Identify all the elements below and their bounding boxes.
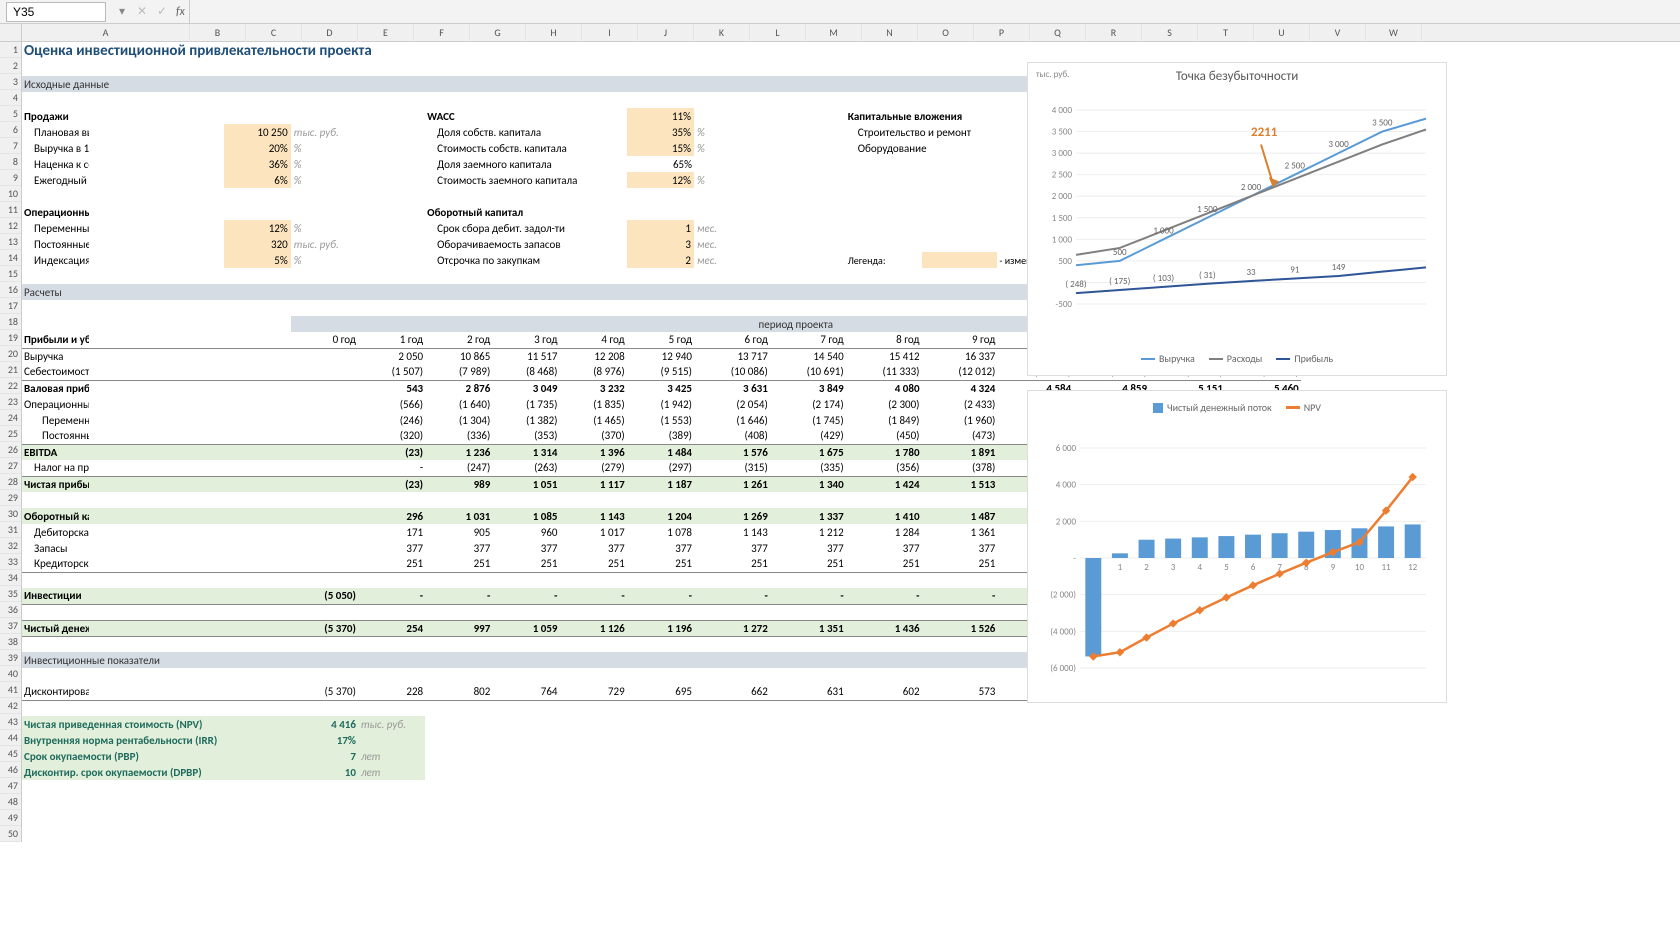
svg-text:( 103): ( 103) — [1153, 273, 1174, 284]
svg-text:2: 2 — [1144, 562, 1149, 573]
svg-text:( 175): ( 175) — [1109, 276, 1130, 287]
svg-text:3 500: 3 500 — [1372, 118, 1393, 129]
svg-text:(6 000): (6 000) — [1050, 663, 1076, 674]
svg-text:3: 3 — [1171, 562, 1176, 573]
formula-input[interactable] — [189, 0, 1680, 23]
svg-text:1 000: 1 000 — [1052, 234, 1073, 245]
spreadsheet-grid[interactable]: Оценка инвестиционной привлекательности … — [22, 42, 1680, 945]
svg-text:2 000: 2 000 — [1056, 516, 1077, 527]
svg-text:1 000: 1 000 — [1153, 225, 1174, 236]
svg-text:4: 4 — [1197, 562, 1202, 573]
svg-text:2 000: 2 000 — [1052, 191, 1073, 202]
svg-text:6: 6 — [1251, 562, 1256, 573]
fx-label[interactable]: fx — [172, 5, 189, 19]
cancel-icon[interactable]: ✕ — [132, 4, 152, 19]
row-headers[interactable]: 1234567891011121314151617181920212223242… — [0, 42, 22, 842]
name-box[interactable] — [6, 2, 106, 22]
svg-text:2 500: 2 500 — [1052, 170, 1073, 181]
svg-text:12: 12 — [1408, 562, 1418, 573]
svg-text:1 500: 1 500 — [1197, 204, 1218, 215]
svg-text:-500: -500 — [1056, 299, 1073, 310]
svg-text:3 000: 3 000 — [1052, 148, 1073, 159]
svg-text:10: 10 — [1355, 562, 1365, 573]
svg-text:1 500: 1 500 — [1052, 213, 1073, 224]
column-headers[interactable]: ABCDEFGHIJKLMNOPQRSTUVW — [22, 24, 1680, 42]
breakeven-chart: тыс. руб.Точка безубыточности-5005001 00… — [1027, 62, 1447, 376]
svg-text:11: 11 — [1382, 562, 1392, 573]
svg-text:5: 5 — [1224, 562, 1229, 573]
svg-text:6 000: 6 000 — [1056, 443, 1077, 454]
svg-text:4 000: 4 000 — [1052, 105, 1073, 116]
svg-text:2 500: 2 500 — [1285, 161, 1306, 172]
confirm-icon[interactable]: ✓ — [152, 4, 172, 19]
svg-text:2211: 2211 — [1251, 125, 1278, 140]
svg-text:-: - — [1073, 553, 1076, 564]
svg-text:149: 149 — [1332, 262, 1346, 273]
svg-text:( 31): ( 31) — [1199, 270, 1216, 281]
svg-text:9: 9 — [1331, 562, 1336, 573]
svg-text:(2 000): (2 000) — [1050, 590, 1076, 601]
svg-text:3 500: 3 500 — [1052, 127, 1073, 138]
dropdown-icon[interactable]: ▾ — [112, 4, 132, 19]
svg-text:2 000: 2 000 — [1241, 182, 1262, 193]
svg-text:33: 33 — [1246, 267, 1256, 278]
svg-text:1: 1 — [1118, 562, 1123, 573]
svg-text:3 000: 3 000 — [1328, 139, 1349, 150]
formula-bar: ▾ ✕ ✓ fx — [0, 0, 1680, 24]
svg-text:(4 000): (4 000) — [1050, 626, 1076, 637]
svg-text:( 248): ( 248) — [1065, 279, 1086, 290]
svg-text:4 000: 4 000 — [1056, 480, 1077, 491]
cashflow-npv-chart: Чистый денежный потокNPV(6 000)(4 000)(2… — [1027, 390, 1447, 703]
svg-text:500: 500 — [1058, 256, 1072, 267]
svg-text:500: 500 — [1113, 247, 1127, 258]
svg-text:91: 91 — [1290, 265, 1300, 276]
